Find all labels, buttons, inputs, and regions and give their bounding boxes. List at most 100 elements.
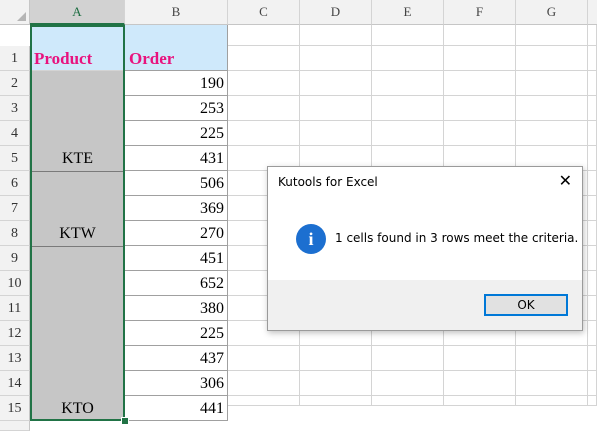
empty-cell[interactable] <box>372 371 444 396</box>
empty-cell[interactable] <box>300 396 372 406</box>
empty-cell[interactable] <box>444 25 516 46</box>
select-all-corner[interactable] <box>0 0 30 25</box>
empty-cell[interactable] <box>300 25 372 46</box>
empty-cell[interactable] <box>516 71 588 96</box>
row-header-7[interactable]: 7 <box>0 196 30 221</box>
empty-cell[interactable] <box>588 371 597 396</box>
row-header-12[interactable]: 12 <box>0 321 30 346</box>
order-cell[interactable]: 441 <box>125 396 228 421</box>
empty-cell[interactable] <box>516 96 588 121</box>
empty-cell[interactable] <box>588 346 597 371</box>
empty-cell[interactable] <box>588 321 597 346</box>
row-header-10[interactable]: 10 <box>0 271 30 296</box>
empty-cell[interactable] <box>372 396 444 406</box>
empty-cell[interactable] <box>300 71 372 96</box>
empty-cell[interactable] <box>588 71 597 96</box>
order-cell[interactable]: 190 <box>125 71 228 96</box>
empty-cell[interactable] <box>444 46 516 71</box>
ok-button[interactable]: OK <box>484 294 568 316</box>
empty-cell[interactable] <box>372 46 444 71</box>
row-header-5[interactable]: 5 <box>0 146 30 171</box>
row-header-13[interactable]: 13 <box>0 346 30 371</box>
empty-cell[interactable] <box>300 371 372 396</box>
empty-cell[interactable] <box>300 96 372 121</box>
order-cell[interactable]: 225 <box>125 321 228 346</box>
empty-cell[interactable] <box>516 371 588 396</box>
order-cell[interactable]: 451 <box>125 246 228 271</box>
row-header-8[interactable]: 8 <box>0 221 30 246</box>
column-header-b[interactable]: B <box>125 0 228 25</box>
row-header-partial <box>0 421 30 431</box>
column-header-d[interactable]: D <box>300 0 372 25</box>
empty-cell[interactable] <box>444 371 516 396</box>
empty-cell[interactable] <box>444 396 516 406</box>
order-cell[interactable]: 437 <box>125 346 228 371</box>
column-header-f[interactable]: F <box>444 0 516 25</box>
empty-cell[interactable] <box>228 346 300 371</box>
header-cell-product[interactable]: Product <box>30 25 125 71</box>
empty-cell[interactable] <box>228 71 300 96</box>
column-header-e[interactable]: E <box>372 0 444 25</box>
order-cell[interactable]: 225 <box>125 121 228 146</box>
order-cell[interactable]: 306 <box>125 371 228 396</box>
row-header-14[interactable]: 14 <box>0 371 30 396</box>
empty-cell[interactable] <box>588 96 597 121</box>
row-header-2[interactable]: 2 <box>0 71 30 96</box>
empty-cell[interactable] <box>516 346 588 371</box>
empty-cell[interactable] <box>588 25 597 46</box>
product-label-ktw: KTW <box>59 225 96 242</box>
empty-cell[interactable] <box>372 346 444 371</box>
empty-cell[interactable] <box>300 121 372 146</box>
row-header-3[interactable]: 3 <box>0 96 30 121</box>
empty-cell[interactable] <box>444 346 516 371</box>
empty-cell[interactable] <box>516 396 588 406</box>
order-cell[interactable]: 431 <box>125 146 228 171</box>
empty-cell[interactable] <box>588 246 597 271</box>
row-header-15[interactable]: 15 <box>0 396 30 421</box>
empty-cell[interactable] <box>372 71 444 96</box>
order-cell[interactable]: 652 <box>125 271 228 296</box>
row-header-4[interactable]: 4 <box>0 121 30 146</box>
header-cell-order[interactable]: Order <box>125 25 228 71</box>
empty-cell[interactable] <box>588 146 597 171</box>
empty-cell[interactable] <box>516 46 588 71</box>
empty-cell[interactable] <box>372 25 444 46</box>
order-cell[interactable]: 506 <box>125 171 228 196</box>
empty-cell[interactable] <box>516 121 588 146</box>
empty-cell[interactable] <box>588 121 597 146</box>
empty-cell[interactable] <box>228 121 300 146</box>
empty-cell[interactable] <box>372 121 444 146</box>
empty-cell[interactable] <box>300 346 372 371</box>
empty-cell[interactable] <box>300 46 372 71</box>
empty-cell[interactable] <box>516 25 588 46</box>
empty-cell[interactable] <box>444 96 516 121</box>
column-header-a[interactable]: A <box>30 0 125 25</box>
empty-cell[interactable] <box>228 25 300 46</box>
empty-cell[interactable] <box>588 46 597 71</box>
close-icon[interactable]: ✕ <box>559 171 572 190</box>
order-cell[interactable]: 380 <box>125 296 228 321</box>
row-header-11[interactable]: 11 <box>0 296 30 321</box>
empty-cell[interactable] <box>228 396 300 406</box>
order-cell[interactable]: 253 <box>125 96 228 121</box>
order-cell[interactable]: 270 <box>125 221 228 246</box>
row-header-1[interactable]: 1 <box>0 46 30 71</box>
empty-cell[interactable] <box>228 371 300 396</box>
fill-handle[interactable] <box>121 417 129 425</box>
empty-cell[interactable] <box>588 396 597 406</box>
empty-cell[interactable] <box>444 71 516 96</box>
column-header-g[interactable]: G <box>516 0 588 25</box>
column-header-c[interactable]: C <box>228 0 300 25</box>
empty-cell[interactable] <box>588 271 597 296</box>
order-cell[interactable]: 369 <box>125 196 228 221</box>
empty-cell[interactable] <box>372 96 444 121</box>
empty-cell[interactable] <box>588 221 597 246</box>
empty-cell[interactable] <box>228 46 300 71</box>
row-header-6[interactable]: 6 <box>0 171 30 196</box>
empty-cell[interactable] <box>444 121 516 146</box>
empty-cell[interactable] <box>228 96 300 121</box>
empty-cell[interactable] <box>588 196 597 221</box>
empty-cell[interactable] <box>588 296 597 321</box>
empty-cell[interactable] <box>588 171 597 196</box>
row-header-9[interactable]: 9 <box>0 246 30 271</box>
